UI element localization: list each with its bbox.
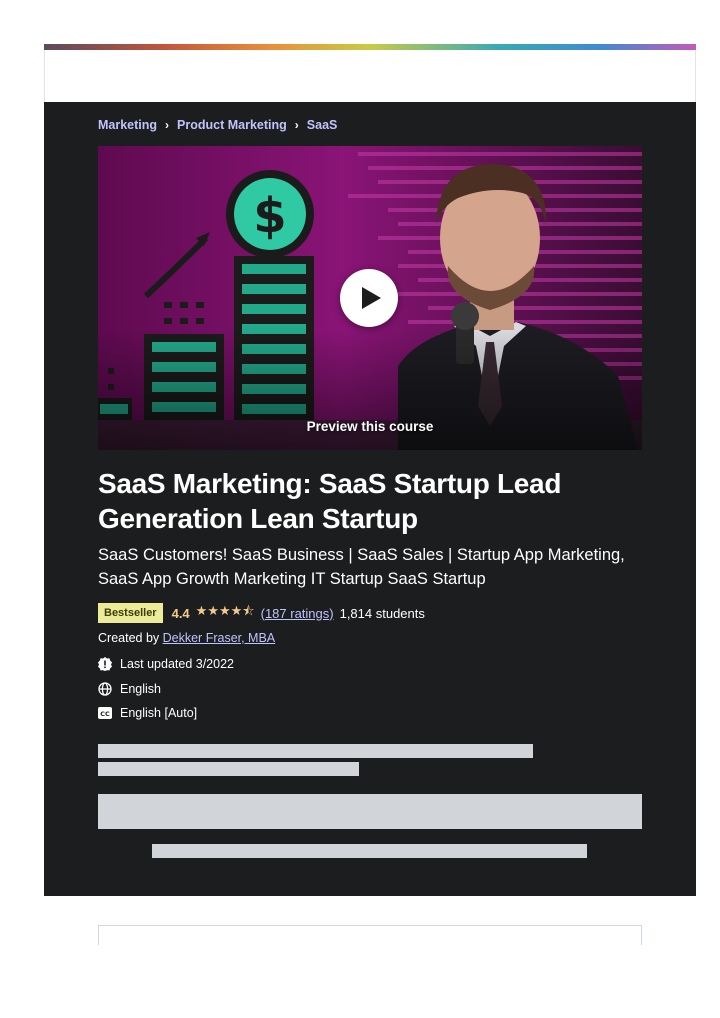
created-by-label: Created by <box>98 631 163 645</box>
loading-placeholder-button <box>98 794 642 829</box>
loading-placeholder-line <box>98 744 533 758</box>
captions-row: CC English [Auto] <box>98 704 197 722</box>
last-updated-text: Last updated 3/2022 <box>120 657 234 671</box>
star-rating-icon: ★★★★⯪ <box>195 603 255 618</box>
chevron-right-icon: › <box>294 118 299 132</box>
loading-placeholder-line <box>152 844 587 858</box>
captions-text: English [Auto] <box>120 706 198 720</box>
language-text: English <box>120 682 161 696</box>
ratings-count-link[interactable]: (187 ratings) <box>261 606 334 621</box>
site-header <box>44 50 696 102</box>
course-content-box <box>98 925 642 945</box>
language-row: English <box>98 680 161 698</box>
last-updated-row: Last updated 3/2022 <box>98 655 234 673</box>
closed-captions-icon: CC <box>98 706 112 720</box>
rating-row: Bestseller 4.4 ★★★★⯪ (187 ratings) 1,814… <box>98 602 425 624</box>
play-button[interactable] <box>340 269 398 327</box>
svg-text:CC: CC <box>100 710 110 718</box>
rating-value: 4.4 <box>171 605 190 621</box>
students-count: 1,814 students <box>339 605 425 621</box>
course-title: SaaS Marketing: SaaS Startup Lead Genera… <box>98 468 562 534</box>
breadcrumb-link-product-marketing[interactable]: Product Marketing <box>177 118 287 132</box>
loading-placeholder-line <box>98 762 359 776</box>
created-by: Created by Dekker Fraser, MBA <box>98 631 275 645</box>
alert-badge-icon <box>98 657 112 671</box>
course-preview[interactable]: $ <box>98 146 642 450</box>
breadcrumb: Marketing › Product Marketing › SaaS <box>98 116 337 134</box>
course-subtitle: SaaS Customers! SaaS Business | SaaS Sal… <box>98 546 625 588</box>
breadcrumb-link-marketing[interactable]: Marketing <box>98 118 157 132</box>
play-icon <box>362 287 381 309</box>
preview-label: Preview this course <box>306 419 434 434</box>
chevron-right-icon: › <box>165 118 170 132</box>
instructor-link[interactable]: Dekker Fraser, MBA <box>163 631 276 645</box>
breadcrumb-link-saas[interactable]: SaaS <box>307 118 338 132</box>
bestseller-badge: Bestseller <box>98 603 163 623</box>
globe-icon <box>98 682 112 696</box>
